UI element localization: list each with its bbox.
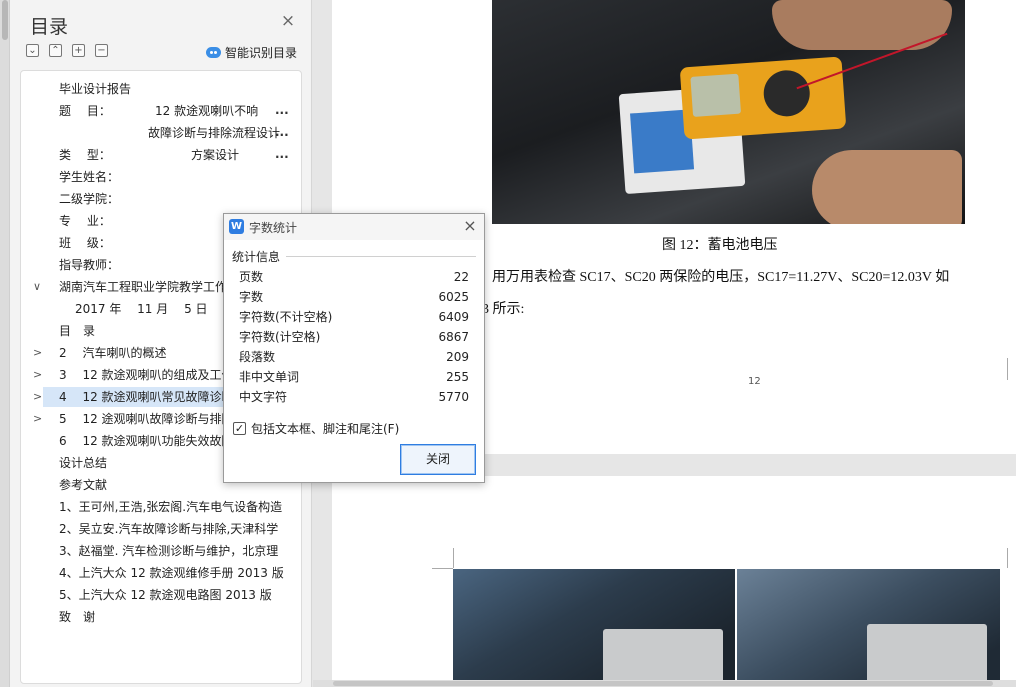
toc-item[interactable]: 2、吴立安.汽车故障诊断与排除,天津科学 — [59, 519, 278, 539]
left-scrollbar-thumb[interactable] — [2, 0, 8, 40]
stat-row: 页数 22 — [239, 267, 469, 287]
toc-item[interactable]: 2 汽车喇叭的概述 — [59, 343, 166, 363]
toc-item[interactable]: 类 型： — [59, 145, 111, 165]
stat-row: 字符数(不计空格) 6409 — [239, 307, 469, 327]
ellipsis-icon: ... — [275, 125, 289, 139]
app-logo-icon: W — [229, 219, 244, 234]
stats-section-label: 统计信息 — [232, 250, 281, 264]
toc-item[interactable]: 1、王可州,王浩,张宏阁.汽车电气设备构造 — [59, 497, 282, 517]
toc-item[interactable]: 故障诊断与排除流程设计 — [148, 123, 280, 143]
battery-voltage-photo — [492, 0, 965, 224]
stat-value: 6867 — [438, 330, 469, 344]
body-text: 用万用表检查 SC17、SC20 两保险的电压，SC17=11.27V、SC20… — [492, 270, 950, 285]
chevron-down-icon[interactable]: ∨ — [33, 280, 45, 293]
stat-row: 段落数 209 — [239, 347, 469, 367]
chevron-right-icon[interactable]: > — [33, 346, 45, 359]
dialog-title: 字数统计 — [249, 221, 298, 235]
robot-icon — [206, 47, 221, 58]
document-page — [332, 476, 1016, 687]
close-icon[interactable]: × — [462, 218, 478, 234]
toc-item[interactable]: 5 12 途观喇叭故障诊断与排除 — [59, 409, 234, 429]
smart-toc-button[interactable]: 智能识别目录 — [206, 44, 297, 61]
stat-row: 字数 6025 — [239, 287, 469, 307]
toc-title: 目录 — [30, 16, 69, 38]
toc-item[interactable]: 方案设计 — [191, 145, 239, 165]
scrollbar-thumb[interactable] — [333, 681, 993, 686]
stat-value: 5770 — [438, 390, 469, 404]
stat-value: 6409 — [438, 310, 469, 324]
toc-item[interactable]: 题 目： — [59, 101, 111, 121]
close-button[interactable]: 关闭 — [400, 444, 476, 475]
page-number: 12 — [748, 376, 761, 387]
stat-row: 非中文单词 255 — [239, 367, 469, 387]
stat-label: 段落数 — [239, 350, 276, 364]
toc-item[interactable]: 3、赵福堂. 汽车检测诊断与维护，北京理 — [59, 541, 278, 561]
stat-label: 中文字符 — [239, 390, 288, 404]
toc-item[interactable]: 12 款途观喇叭不响 — [155, 101, 258, 121]
add-heading-icon[interactable]: + — [72, 44, 85, 57]
toc-item[interactable]: 5、上汽大众 12 款途观电路图 2013 版 — [59, 585, 272, 605]
horizontal-scrollbar[interactable] — [313, 680, 1016, 687]
crop-mark — [432, 568, 453, 569]
toc-item[interactable]: 学生姓名： — [59, 167, 119, 187]
toc-item[interactable]: 班 级： — [59, 233, 111, 253]
close-icon[interactable]: × — [280, 13, 296, 30]
crop-mark — [453, 548, 454, 568]
toc-item[interactable]: 设计总结 — [59, 453, 107, 473]
chevron-right-icon[interactable]: > — [33, 368, 45, 381]
stat-label: 字数 — [239, 290, 264, 304]
fuse-box-photo — [453, 569, 735, 687]
ellipsis-icon: ... — [275, 147, 289, 161]
photo-hand — [812, 150, 962, 224]
smart-toc-label: 智能识别目录 — [225, 46, 298, 60]
checkbox-label: 包括文本框、脚注和尾注(F) — [251, 422, 400, 436]
stat-value: 209 — [446, 350, 469, 364]
toc-item[interactable]: 4 12 款途观喇叭常见故障诊断 — [43, 387, 234, 407]
collapse-all-icon[interactable]: ⌄ — [26, 44, 39, 57]
figure-caption: 图 12：蓄电池电压 — [662, 238, 778, 253]
toc-item[interactable]: 专 业： — [59, 211, 111, 231]
divider — [286, 256, 476, 257]
stat-label: 页数 — [239, 270, 264, 284]
toc-item[interactable]: 致 谢 — [59, 607, 95, 627]
crop-mark — [1007, 358, 1016, 380]
toc-item[interactable]: 参考文献 — [59, 475, 107, 495]
fuse-box-photo — [737, 569, 1000, 687]
body-text: 3 所示: — [482, 302, 525, 317]
chevron-right-icon[interactable]: > — [33, 412, 45, 425]
word-count-dialog: W 字数统计 × 统计信息 页数 22 字数 6025 字符数(不计空格) 6409 字符数… — [223, 213, 485, 483]
toc-item[interactable]: 指导教师： — [59, 255, 119, 275]
stat-row: 字符数(计空格) 6867 — [239, 327, 469, 347]
photo-multimeter — [679, 56, 847, 140]
stat-label: 字符数(不计空格) — [239, 310, 333, 324]
stat-value: 22 — [453, 270, 469, 284]
left-scrollbar[interactable] — [0, 0, 10, 687]
toc-item[interactable]: 毕业设计报告 — [59, 79, 131, 99]
stat-label: 字符数(计空格) — [239, 330, 321, 344]
ellipsis-icon: ... — [275, 103, 289, 117]
toc-item[interactable]: 湖南汽车工程职业学院教学工作部 — [59, 277, 239, 297]
chevron-right-icon[interactable]: > — [33, 390, 45, 403]
crop-mark — [1007, 548, 1008, 568]
toc-item[interactable]: 二级学院： — [59, 189, 119, 209]
toc-item[interactable]: 2017 年 11 月 5 日 — [75, 299, 208, 319]
include-textbox-checkbox[interactable]: ✓ 包括文本框、脚注和尾注(F) — [233, 420, 399, 437]
toc-item[interactable]: 目 录 — [59, 321, 95, 341]
stat-row: 中文字符 5770 — [239, 387, 469, 407]
stat-value: 6025 — [438, 290, 469, 304]
remove-heading-icon[interactable]: − — [95, 44, 108, 57]
stat-label: 非中文单词 — [239, 370, 300, 384]
stat-value: 255 — [446, 370, 469, 384]
toc-toolbar: ⌄ ⌃ + − — [26, 44, 108, 57]
dialog-titlebar[interactable]: W 字数统计 × — [224, 214, 484, 240]
expand-up-icon[interactable]: ⌃ — [49, 44, 62, 57]
toc-item[interactable]: 4、上汽大众 12 款途观维修手册 2013 版 — [59, 563, 284, 583]
checkbox-icon[interactable]: ✓ — [233, 422, 246, 435]
